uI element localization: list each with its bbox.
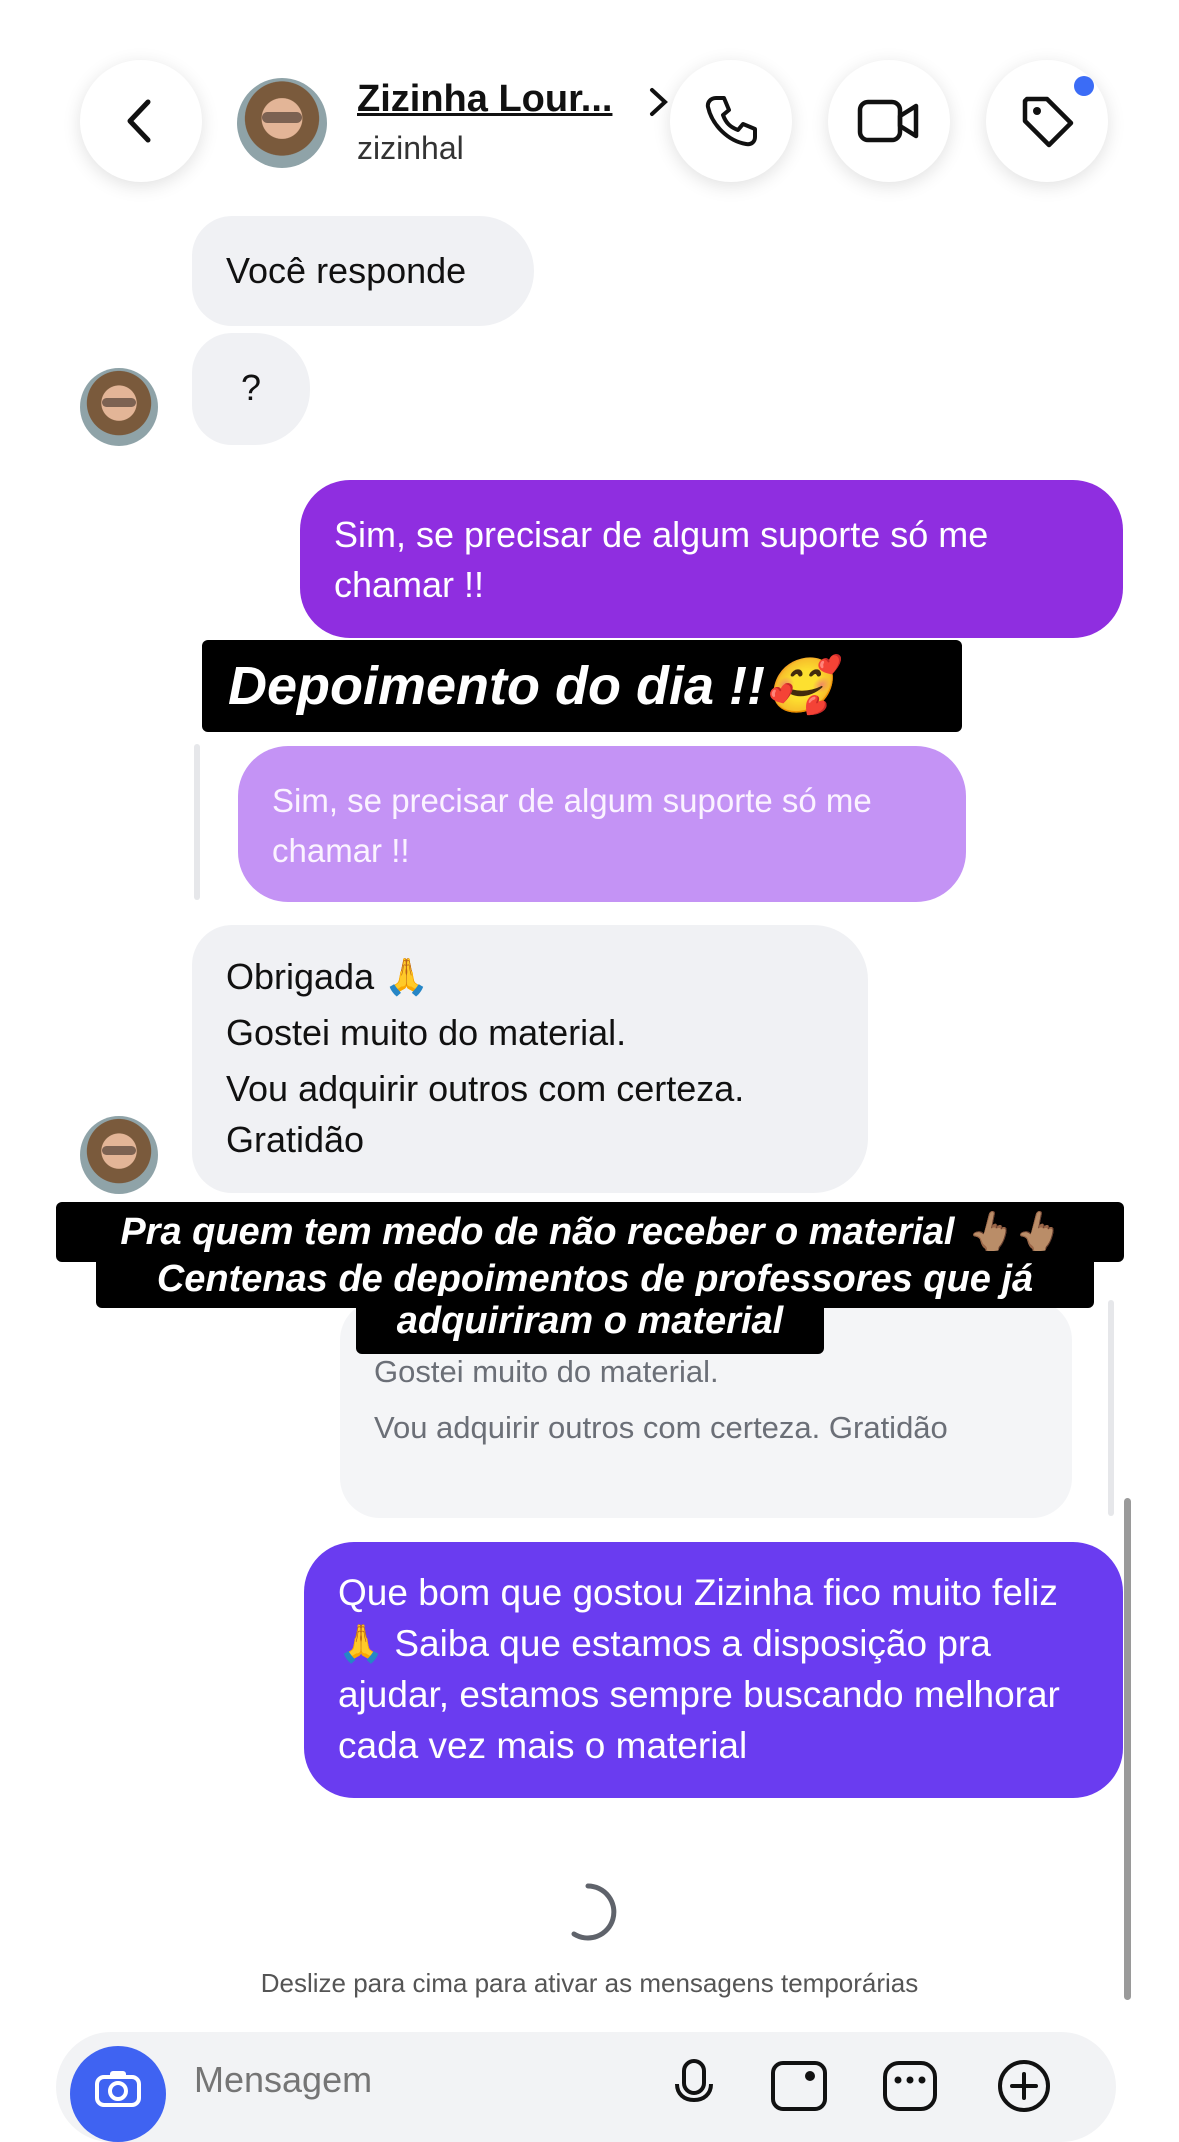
reply-quote-bar [194,744,200,900]
story-title-caption: Depoimento do dia !!🥰 [202,640,962,732]
outgoing-message-bubble[interactable]: Sim, se precisar de algum suporte só me … [300,480,1123,638]
header: Zizinha Lour... zizinhal [0,0,1179,210]
scrollbar[interactable] [1124,1498,1131,2000]
phone-icon [705,96,757,147]
caption-text: Centenas de depoimentos de professores q… [156,1258,1034,1300]
message-text: Sim, se precisar de algum suporte só me … [334,514,989,605]
chevron-right-icon[interactable] [648,86,670,118]
call-button[interactable] [670,60,792,182]
reply-quote-outgoing[interactable]: Sim, se precisar de algum suporte só me … [238,746,966,902]
quoted-line: Vou adquirir outros com certeza. Gratidã… [374,1410,948,1445]
sender-avatar[interactable] [80,1116,158,1194]
header-avatar[interactable] [237,78,327,168]
caption-text: Depoimento do dia !!🥰 [228,656,833,716]
incoming-message-bubble[interactable]: Obrigada 🙏 Gostei muito do material. Vou… [192,925,868,1193]
message-line: Vou adquirir outros com certeza. [226,1068,745,1109]
quoted-text: Sim, se precisar de algum suporte só me … [272,782,872,869]
back-icon [127,99,151,143]
loading-spinner-icon [571,1883,617,1941]
sticker-icon[interactable] [882,2060,938,2112]
message-text: Você responde [226,250,467,291]
gallery-icon[interactable] [770,2060,828,2112]
message-text: Que bom que gostou Zizinha fico muito fe… [338,1572,1060,1766]
message-composer[interactable] [56,2032,1116,2142]
contact-username: zizinhal [357,130,464,166]
incoming-message-bubble[interactable]: ? [192,333,310,445]
contact-name[interactable]: Zizinha Lour... [357,78,612,121]
message-input[interactable] [192,2054,616,2106]
story-overlay-caption-line1: Pra quem tem medo de não receber o mater… [56,1202,1124,1262]
incoming-message-bubble[interactable]: Você responde [192,216,534,326]
camera-icon [95,2071,141,2107]
caption-text: adquiriram o material [396,1300,784,1342]
message-line: Obrigada 🙏 [226,956,429,997]
camera-button[interactable] [70,2046,166,2142]
plus-icon[interactable] [996,2058,1052,2114]
microphone-icon[interactable] [672,2058,716,2112]
story-overlay-caption-line3: adquiriram o material [356,1296,824,1354]
outgoing-message-bubble[interactable]: Que bom que gostou Zizinha fico muito fe… [304,1542,1123,1798]
message-text: ? [240,367,262,408]
back-button[interactable] [80,60,202,182]
video-call-button[interactable] [828,60,950,182]
reply-quote-bar [1108,1300,1114,1516]
caption-text: Pra quem tem medo de não receber o mater… [120,1211,1060,1253]
message-line: Gostei muito do material. [226,1012,627,1053]
disappearing-messages-hint[interactable]: Deslize para cima para ativar as mensage… [0,1968,1179,1999]
message-line: Gratidão [226,1119,365,1160]
tag-button[interactable] [986,60,1108,182]
video-icon [857,99,919,143]
sender-avatar[interactable] [80,368,158,446]
notification-dot [1074,76,1094,96]
tag-icon [1022,96,1074,148]
